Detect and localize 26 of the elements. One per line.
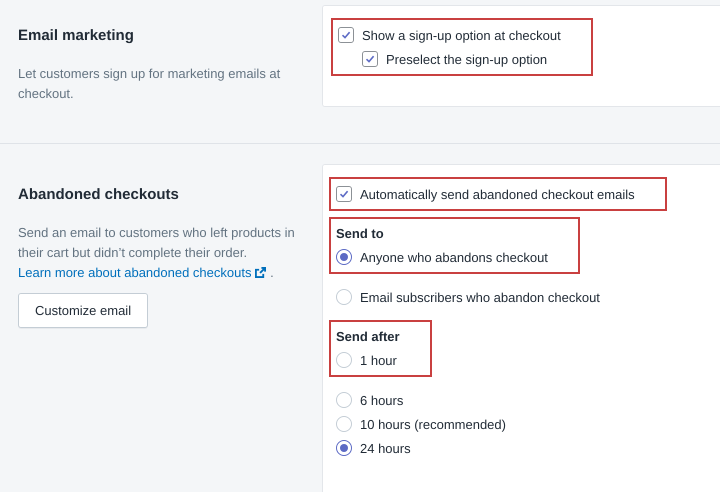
checkbox-label[interactable]: Automatically send abandoned checkout emails [336, 186, 635, 202]
radio-label[interactable]: 10 hours (recommended) [336, 416, 506, 432]
radio-button[interactable] [336, 249, 352, 265]
learn-more-link[interactable]: Learn more about abandoned checkouts [18, 265, 266, 280]
section-title: Abandoned checkouts [18, 186, 179, 203]
check-icon [341, 30, 351, 40]
check-icon [339, 189, 349, 199]
radio-label[interactable]: Email subscribers who abandon checkout [336, 289, 600, 305]
group-heading: Send to [336, 226, 385, 241]
radio-label[interactable]: 24 hours [336, 440, 506, 456]
checkbox[interactable] [338, 27, 354, 43]
checkbox-label[interactable]: Preselect the sign-up option [362, 51, 561, 67]
external-link-icon [255, 267, 266, 278]
section-title: Email marketing [18, 27, 134, 44]
checkbox-label[interactable]: Show a sign-up option at checkout [338, 27, 561, 43]
radio-button[interactable] [336, 440, 352, 456]
radio-label[interactable]: 1 hour [336, 352, 400, 368]
checkbox[interactable] [362, 51, 378, 67]
checkbox[interactable] [336, 186, 352, 202]
radio-label[interactable]: 6 hours [336, 392, 506, 408]
section-description: Let customers sign up for marketing emails at checkout. [18, 65, 282, 103]
customize-email-button[interactable]: Customize email [18, 293, 148, 328]
section-description: Send an email to customers who left products in their cart but didn’t complete their order. Learn more about abandoned checkouts . [18, 224, 296, 282]
group-heading: Send after [336, 329, 400, 344]
check-icon [365, 54, 375, 64]
radio-label[interactable]: Anyone who abandons checkout [336, 249, 548, 265]
